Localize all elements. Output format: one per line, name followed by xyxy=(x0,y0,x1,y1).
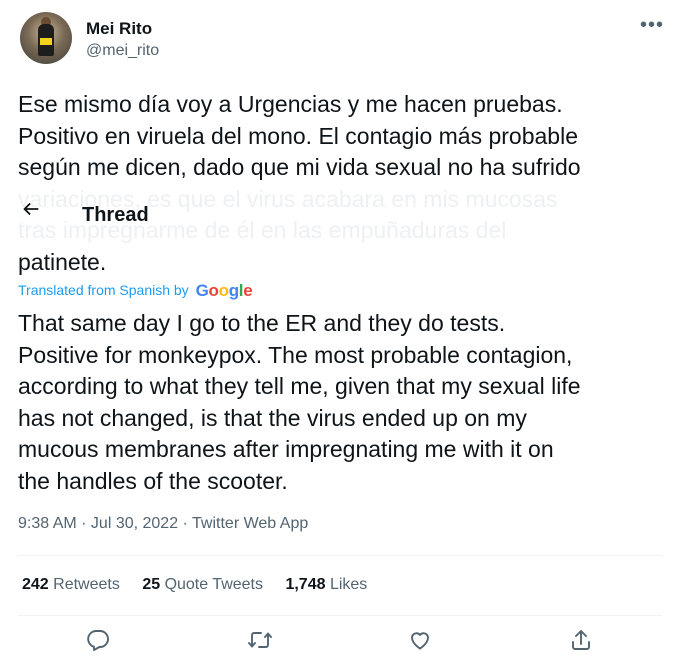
tweet-stats: 242 Retweets 25 Quote Tweets 1,748 Likes xyxy=(22,576,385,594)
tweet-line: That same day I go to the ER and they do… xyxy=(18,310,506,336)
tweet-timestamp[interactable]: 9:38 AM · Jul 30, 2022 · Twitter Web App xyxy=(18,515,308,533)
reply-icon[interactable] xyxy=(86,628,114,656)
retweet-icon[interactable] xyxy=(247,628,275,656)
divider xyxy=(18,555,662,556)
tweet-translated-text: That same day I go to the ER and they do… xyxy=(18,308,668,497)
tweet-line: según me dicen, dado que mi vida sexual … xyxy=(18,154,581,180)
retweets-count: 242 xyxy=(22,576,49,593)
tweet-original-text: Ese mismo día voy a Urgencias y me hacen… xyxy=(18,89,668,278)
quote-tweets-stat[interactable]: 25 Quote Tweets xyxy=(142,576,263,593)
quote-tweets-count: 25 xyxy=(142,576,161,593)
tweet-line: has not changed, is that the virus ended… xyxy=(18,404,527,431)
thread-header: Thread xyxy=(0,196,680,240)
likes-label: Likes xyxy=(329,576,368,593)
tweet-line: patinete. xyxy=(18,248,107,275)
tweet-line: according to what they tell me, given th… xyxy=(18,373,581,399)
arrow-left-icon[interactable] xyxy=(20,198,42,226)
divider xyxy=(18,615,662,616)
tweet-line: Positive for monkeypox. The most probabl… xyxy=(18,341,573,368)
tweet-line: mucous membranes after impregnating me w… xyxy=(18,436,554,462)
quote-tweets-label: Quote Tweets xyxy=(164,576,263,593)
tweet-line: the handles of the scooter. xyxy=(18,467,288,494)
author-handle[interactable]: @mei_rito xyxy=(86,42,159,60)
translation-label: Translated from Spanish by xyxy=(18,282,189,298)
retweets-label: Retweets xyxy=(53,576,120,593)
translation-attribution[interactable]: Translated from Spanish by Google xyxy=(18,281,253,301)
likes-stat[interactable]: 1,748 Likes xyxy=(285,576,367,593)
author-avatar[interactable] xyxy=(20,12,72,64)
retweets-stat[interactable]: 242 Retweets xyxy=(22,576,120,593)
page-title: Thread xyxy=(82,204,149,226)
author-name[interactable]: Mei Rito xyxy=(86,19,152,39)
tweet-line: Ese mismo día voy a Urgencias y me hacen… xyxy=(18,91,563,117)
tweet-line: Positivo en viruela del mono. El contagi… xyxy=(18,122,578,149)
tweet-actions xyxy=(0,628,680,658)
share-icon[interactable] xyxy=(569,628,597,656)
google-logo: Google xyxy=(195,281,253,300)
heart-icon[interactable] xyxy=(408,628,436,656)
more-icon[interactable]: ••• xyxy=(640,14,664,37)
likes-count: 1,748 xyxy=(285,576,326,593)
